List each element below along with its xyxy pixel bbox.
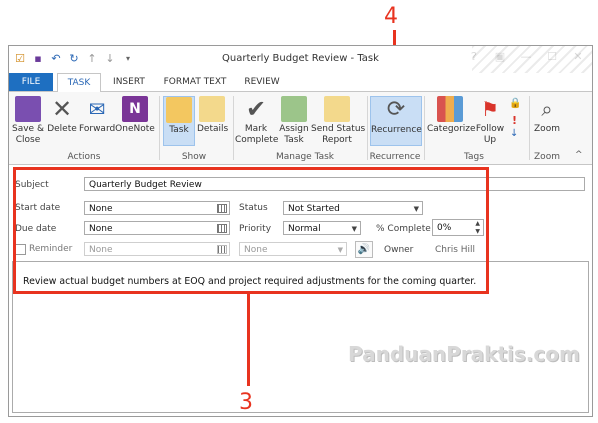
group-manage-task-label: Manage Task xyxy=(275,152,335,162)
delete-label: Delete xyxy=(47,124,77,134)
delete-icon: ✕ xyxy=(51,95,73,123)
task-view-icon xyxy=(166,97,192,123)
send-status-label: Send Status Report xyxy=(311,124,366,145)
forward-label: Forward xyxy=(79,124,116,134)
ribbon-tabs: FILE TASK INSERT FORMAT TEXT REVIEW xyxy=(9,73,592,93)
send-status-icon xyxy=(324,96,350,122)
tab-task[interactable]: TASK xyxy=(57,73,101,93)
group-separator xyxy=(367,96,368,160)
collapse-ribbon-icon[interactable]: ^ xyxy=(575,150,583,160)
zoom-button[interactable]: ⌕ Zoom xyxy=(533,96,561,135)
categorize-button[interactable]: Categorize xyxy=(427,96,476,135)
tab-insert[interactable]: INSERT xyxy=(107,73,151,91)
follow-up-label: Follow Up xyxy=(475,124,505,145)
group-actions-label: Actions xyxy=(67,152,101,162)
recurrence-label: Recurrence xyxy=(371,125,422,135)
ribbon: Save & Close ✕ Delete ✉ Forward N OneNot… xyxy=(9,92,592,165)
follow-up-button[interactable]: ⚑ Follow Up xyxy=(475,96,505,146)
tab-file[interactable]: FILE xyxy=(9,73,53,91)
delete-button[interactable]: ✕ Delete xyxy=(47,96,77,135)
callout-line-3 xyxy=(247,294,250,386)
callout-number-4: 4 xyxy=(384,4,398,29)
magnifier-icon: ⌕ xyxy=(541,97,553,121)
tab-review[interactable]: REVIEW xyxy=(239,73,285,91)
onenote-button[interactable]: N OneNote xyxy=(115,96,155,135)
group-separator xyxy=(529,96,530,160)
group-separator xyxy=(159,96,160,160)
group-show-label: Show xyxy=(181,152,207,162)
task-view-button[interactable]: Task xyxy=(163,96,195,146)
send-status-report-button[interactable]: Send Status Report xyxy=(311,96,366,146)
watermark: PanduanPraktis.com xyxy=(348,342,580,366)
private-lock-icon[interactable]: 🔒 xyxy=(509,98,521,109)
assign-task-button[interactable]: Assign Task xyxy=(279,96,309,146)
task-view-label: Task xyxy=(169,125,189,135)
group-zoom-label: Zoom xyxy=(534,152,560,162)
assign-task-label: Assign Task xyxy=(279,124,309,145)
callout-number-3: 3 xyxy=(239,390,253,415)
mark-complete-button[interactable]: ✔ Mark Complete xyxy=(235,95,279,146)
onenote-label: OneNote xyxy=(115,124,155,134)
tab-format-text[interactable]: FORMAT TEXT xyxy=(159,73,231,91)
checkmark-icon: ✔ xyxy=(245,95,267,123)
high-importance-icon[interactable]: ! xyxy=(512,114,517,127)
forward-icon: ✉ xyxy=(88,97,106,121)
recurrence-icon: ⟳ xyxy=(386,97,406,122)
recurrence-button[interactable]: ⟳ Recurrence xyxy=(370,96,422,146)
mark-complete-label: Mark Complete xyxy=(235,124,279,145)
details-label: Details xyxy=(197,124,229,134)
save-close-label: Save & Close xyxy=(12,124,44,145)
details-icon xyxy=(199,96,225,122)
group-separator xyxy=(233,96,234,160)
group-separator xyxy=(424,96,425,160)
group-recurrence-label: Recurrence xyxy=(369,152,421,162)
group-tags-label: Tags xyxy=(464,152,484,162)
categorize-icon xyxy=(437,96,463,122)
highlight-box xyxy=(13,167,489,294)
onenote-icon: N xyxy=(122,96,148,122)
assign-task-icon xyxy=(281,96,307,122)
categorize-label: Categorize xyxy=(427,124,476,134)
zoom-label: Zoom xyxy=(534,124,560,134)
save-close-button[interactable]: Save & Close xyxy=(11,96,45,146)
forward-button[interactable]: ✉ Forward xyxy=(79,96,115,135)
flag-icon: ⚑ xyxy=(481,97,499,121)
low-importance-icon[interactable]: ↓ xyxy=(510,128,518,139)
details-button[interactable]: Details xyxy=(197,96,229,135)
save-close-icon xyxy=(15,96,41,122)
